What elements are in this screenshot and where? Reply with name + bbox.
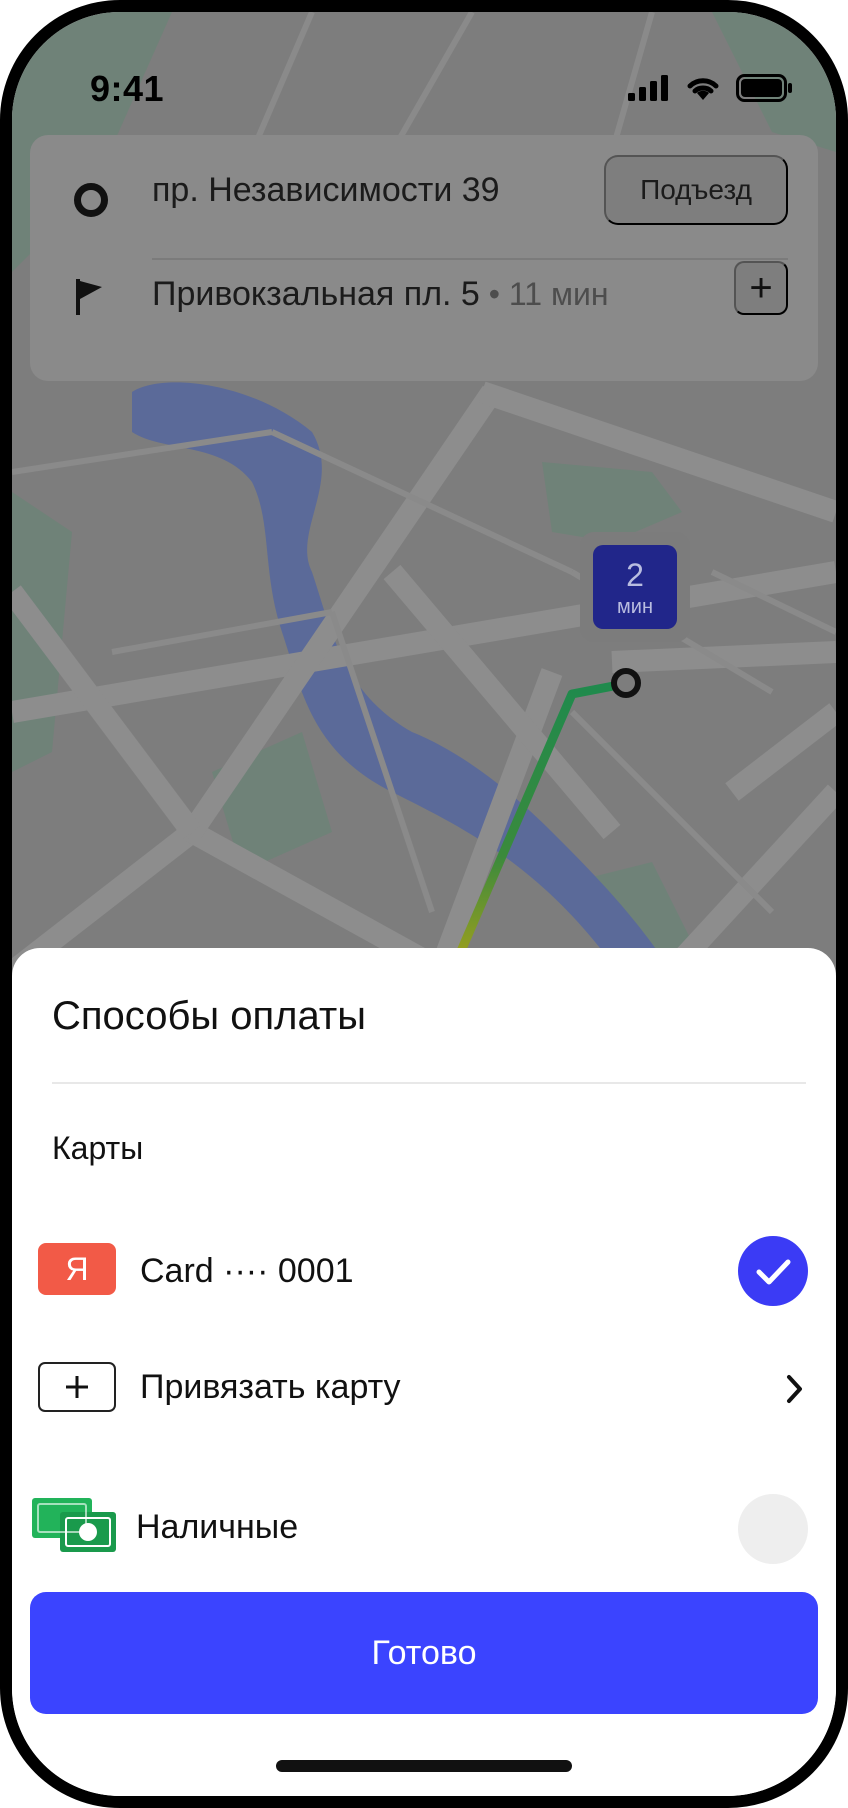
- done-button[interactable]: Готово: [30, 1592, 818, 1714]
- flag-icon: [76, 279, 102, 315]
- selected-check-icon[interactable]: [738, 1236, 808, 1306]
- sheet-divider: [52, 1082, 806, 1084]
- pickup-address: пр. Независимости 39: [152, 171, 500, 209]
- payment-sheet: Способы оплаты Карты Я Card ···· 0001 Пр…: [12, 948, 836, 1796]
- cash-label: Наличные: [136, 1508, 299, 1546]
- pickup-point: [611, 668, 641, 698]
- add-stop-button[interactable]: +: [734, 261, 788, 315]
- yandex-card-logo: Я: [38, 1243, 116, 1295]
- destination-address: Привокзальная пл. 5 • 11 мин: [152, 275, 608, 314]
- cash-radio[interactable]: [738, 1494, 808, 1564]
- payment-option-card[interactable]: Я Card ···· 0001: [12, 1226, 836, 1316]
- status-bar: 9:41: [12, 12, 836, 152]
- status-time: 9:41: [90, 68, 165, 109]
- cash-icon: [32, 1498, 116, 1552]
- chevron-right-icon: [787, 1375, 802, 1403]
- pickup-row[interactable]: пр. Независимости 39 Подъезд: [30, 145, 818, 255]
- add-card-icon: [38, 1362, 116, 1412]
- eta-badge: 2 мин: [580, 532, 690, 642]
- porch-button[interactable]: Подъезд: [604, 155, 788, 225]
- cellular-signal-icon: [628, 75, 668, 101]
- pickup-dot-icon: [74, 183, 108, 217]
- eta-unit: мин: [617, 596, 653, 618]
- destination-address-text: Привокзальная пл. 5: [152, 275, 480, 313]
- wifi-icon: [687, 78, 719, 100]
- route-divider: [152, 258, 788, 260]
- battery-icon: [736, 74, 792, 102]
- status-icons: [628, 74, 794, 102]
- eta-value: 2: [626, 557, 644, 593]
- home-indicator: [276, 1760, 572, 1772]
- card-label: Card ···· 0001: [140, 1252, 354, 1290]
- destination-eta: • 11 мин: [479, 276, 609, 312]
- eta-inner: 2 мин: [593, 545, 677, 629]
- payment-option-cash[interactable]: Наличные: [12, 1486, 836, 1576]
- link-card-label: Привязать карту: [140, 1368, 401, 1406]
- link-card-row[interactable]: Привязать карту: [12, 1348, 836, 1438]
- route-card: пр. Независимости 39 Подъезд Привокзальн…: [30, 135, 818, 381]
- section-cards-label: Карты: [52, 1130, 144, 1166]
- phone-frame: 9:41 пр. Независимости 39 Подъезд Привок…: [0, 0, 848, 1808]
- destination-row[interactable]: Привокзальная пл. 5 • 11 мин +: [30, 261, 818, 375]
- sheet-title: Способы оплаты: [52, 994, 366, 1038]
